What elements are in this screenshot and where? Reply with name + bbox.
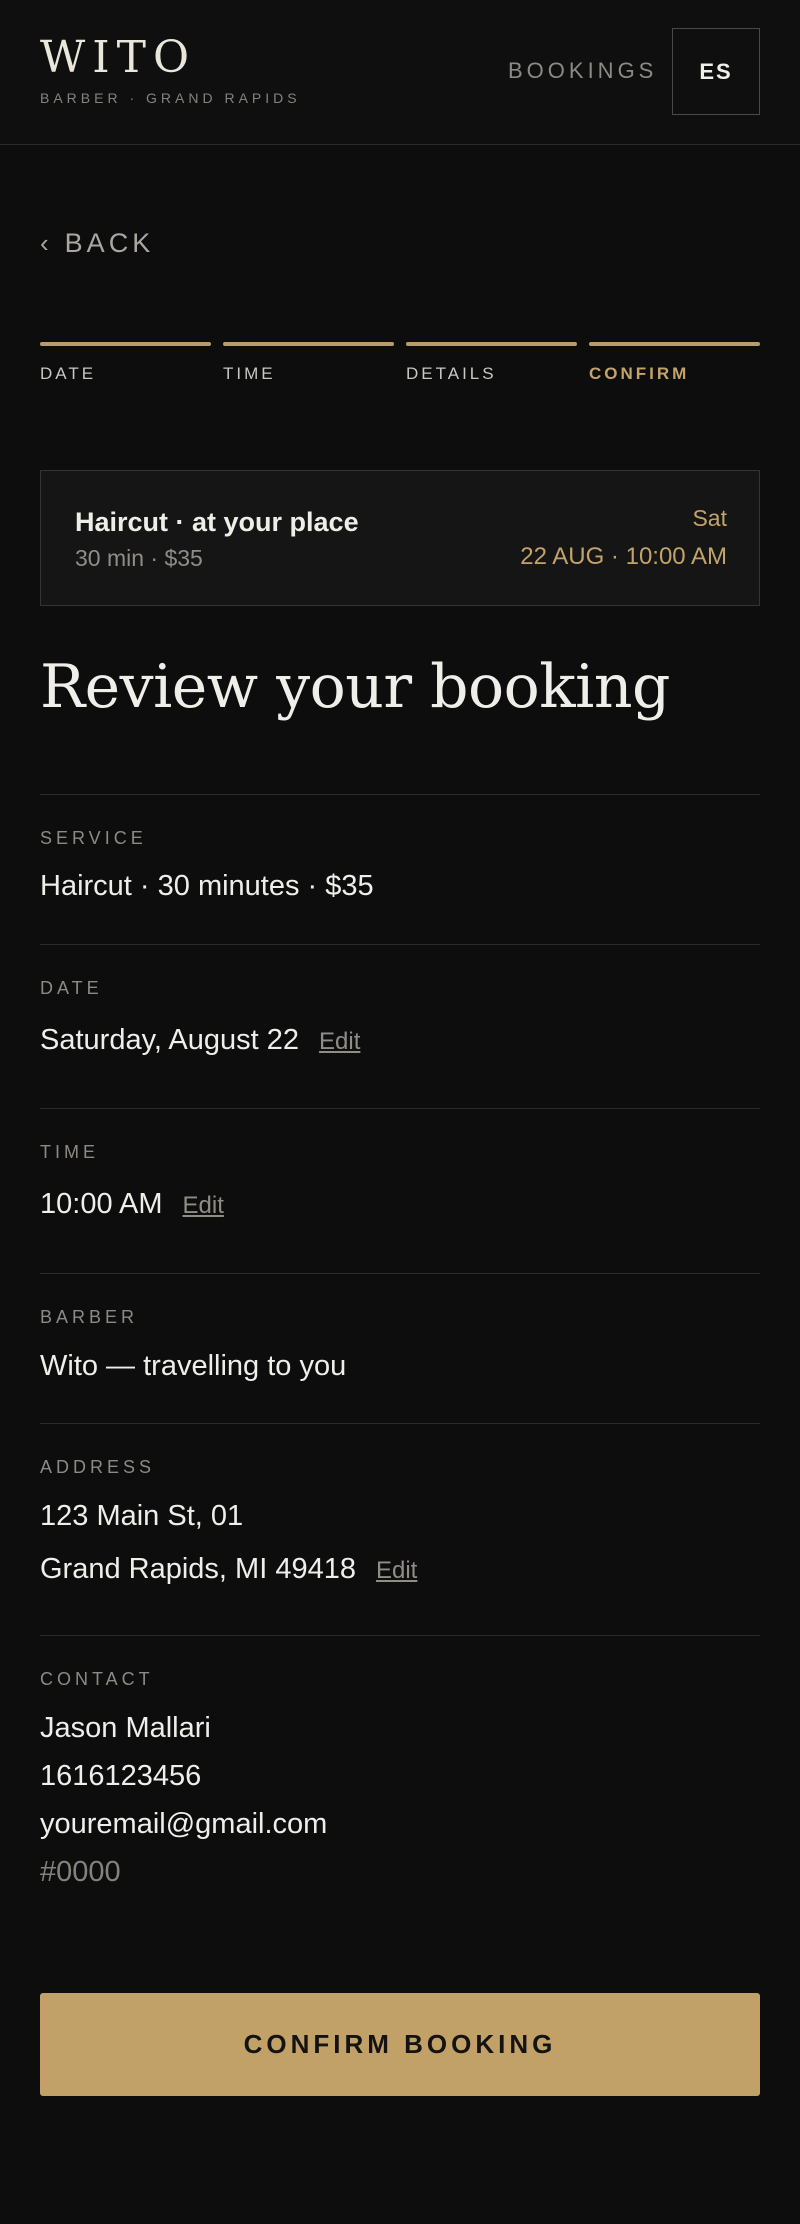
date-value: Saturday, August 22 (40, 1024, 300, 1056)
step-time[interactable]: TIME (223, 342, 394, 384)
service-section-label: SERVICE (40, 828, 147, 848)
barber-value: Wito — travelling to you (40, 1350, 347, 1382)
app-header: WITO BARBER · GRAND RAPIDS BOOKINGS ES (0, 0, 800, 145)
edit-address-link[interactable]: Edit (376, 1557, 417, 1584)
brand-name: WITO (40, 32, 197, 83)
divider (40, 1423, 760, 1424)
page-title: Review your booking (40, 652, 670, 722)
summary-datetime: 22 AUG · 10:00 AM (520, 543, 727, 570)
contact-code: #0000 (40, 1856, 121, 1888)
barber-section-label: BARBER (40, 1307, 139, 1327)
time-value: 10:00 AM (40, 1188, 163, 1220)
address-line1: 123 Main St, 01 (40, 1500, 244, 1532)
contact-email: youremail@gmail.com (40, 1808, 328, 1840)
edit-date-link[interactable]: Edit (319, 1028, 360, 1055)
step-details[interactable]: DETAILS (406, 342, 577, 384)
divider (40, 1108, 760, 1109)
confirm-booking-button[interactable]: CONFIRM BOOKING (40, 1993, 760, 2096)
service-value: Haircut · 30 minutes · $35 (40, 870, 374, 902)
step-bar (589, 342, 760, 346)
back-button[interactable]: ‹ BACK (40, 228, 154, 259)
summary-service: Haircut · at your place (75, 507, 359, 537)
bookings-link[interactable]: BOOKINGS (508, 58, 657, 84)
time-section-label: TIME (40, 1142, 99, 1162)
summary-meta: 30 min · $35 (75, 545, 203, 571)
divider (40, 1273, 760, 1274)
back-label: BACK (64, 228, 155, 258)
step-confirm: CONFIRM (589, 342, 760, 384)
contact-section-label: CONTACT (40, 1669, 154, 1689)
address-row-2: Grand Rapids, MI 49418 Edit (40, 1553, 417, 1586)
time-row: 10:00 AM Edit (40, 1188, 224, 1221)
booking-summary-card: Haircut · at your place 30 min · $35 Sat… (40, 470, 760, 606)
divider (40, 944, 760, 945)
contact-phone: 1616123456 (40, 1760, 202, 1792)
step-bar (223, 342, 394, 346)
contact-name: Jason Mallari (40, 1712, 211, 1744)
address-section-label: ADDRESS (40, 1457, 156, 1477)
step-label: DATE (40, 364, 97, 383)
brand[interactable]: WITO BARBER · GRAND RAPIDS (40, 32, 301, 106)
date-row: Saturday, August 22 Edit (40, 1024, 360, 1057)
brand-subtitle: BARBER · GRAND RAPIDS (40, 90, 301, 106)
divider (40, 794, 760, 795)
step-label: DETAILS (406, 364, 497, 383)
edit-time-link[interactable]: Edit (183, 1192, 224, 1219)
summary-day: Sat (692, 505, 727, 531)
divider (40, 1635, 760, 1636)
step-label: TIME (223, 364, 276, 383)
step-bar (40, 342, 211, 346)
chevron-left-icon: ‹ (40, 228, 53, 258)
date-section-label: DATE (40, 978, 103, 998)
step-label: CONFIRM (589, 364, 690, 383)
step-date[interactable]: DATE (40, 342, 211, 384)
language-toggle-button[interactable]: ES (672, 28, 760, 115)
address-line2: Grand Rapids, MI 49418 (40, 1553, 356, 1585)
step-bar (406, 342, 577, 346)
progress-steps: DATE TIME DETAILS CONFIRM (40, 342, 760, 384)
